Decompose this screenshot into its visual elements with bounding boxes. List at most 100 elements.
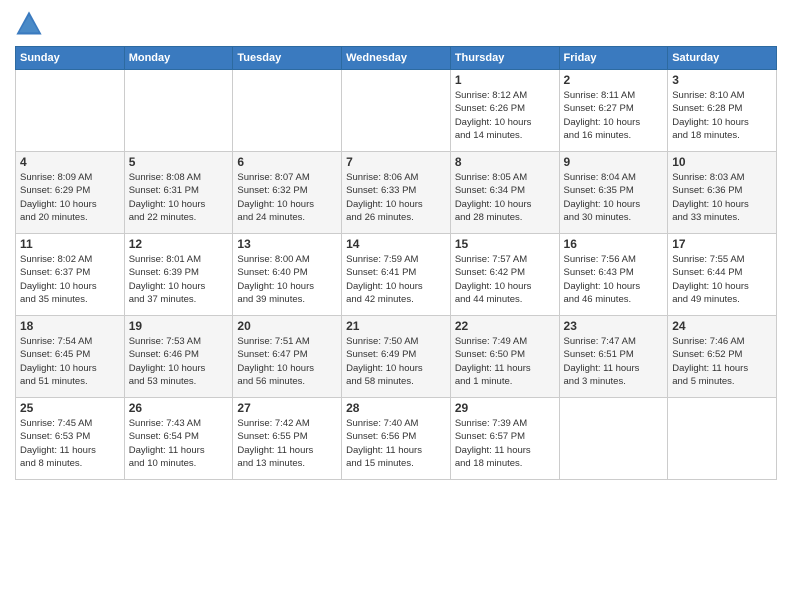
calendar-week-3: 18 Sunrise: 7:54 AM Sunset: 6:45 PM Dayli… [16, 316, 777, 398]
day-number: 28 [346, 401, 446, 415]
calendar-cell [124, 70, 233, 152]
calendar-cell: 25Sunrise: 7:45 AM Sunset: 6:53 PM Dayli… [16, 398, 125, 480]
day-number: 5 [129, 155, 229, 169]
day-number: 18 [20, 319, 120, 333]
day-info: Sunrise: 7:43 AM Sunset: 6:54 PM Dayligh… [129, 417, 229, 470]
day-number: 27 [237, 401, 337, 415]
calendar-cell: 29 Sunrise: 7:39 AM Sunset: 6:57 PM Dayli… [450, 398, 559, 480]
day-info: Sunrise: 8:11 AM Sunset: 6:27 PM Dayligh… [564, 89, 664, 142]
calendar-cell [16, 70, 125, 152]
calendar-cell [668, 398, 777, 480]
header-thursday: Thursday [450, 47, 559, 70]
calendar-header: Sunday Monday Tuesday Wednesday Thursday… [16, 47, 777, 70]
calendar-cell: 13 Sunrise: 8:00 AM Sunset: 6:40 PM Dayli… [233, 234, 342, 316]
day-number: 3 [672, 73, 772, 87]
day-info: Sunrise: 7:57 AM Sunset: 6:42 PM Dayligh… [455, 253, 555, 306]
calendar-week-4: 25Sunrise: 7:45 AM Sunset: 6:53 PM Dayli… [16, 398, 777, 480]
day-number: 17 [672, 237, 772, 251]
day-info: Sunrise: 8:00 AM Sunset: 6:40 PM Dayligh… [237, 253, 337, 306]
calendar-week-0: 1Sunrise: 8:12 AM Sunset: 6:26 PM Daylig… [16, 70, 777, 152]
day-info: Sunrise: 7:42 AM Sunset: 6:55 PM Dayligh… [237, 417, 337, 470]
day-info: Sunrise: 7:55 AM Sunset: 6:44 PM Dayligh… [672, 253, 772, 306]
day-info: Sunrise: 7:46 AM Sunset: 6:52 PM Dayligh… [672, 335, 772, 388]
header-tuesday: Tuesday [233, 47, 342, 70]
day-info: Sunrise: 8:06 AM Sunset: 6:33 PM Dayligh… [346, 171, 446, 224]
day-number: 11 [20, 237, 120, 251]
calendar-cell: 10 Sunrise: 8:03 AM Sunset: 6:36 PM Dayli… [668, 152, 777, 234]
calendar-cell: 1Sunrise: 8:12 AM Sunset: 6:26 PM Daylig… [450, 70, 559, 152]
day-info: Sunrise: 8:07 AM Sunset: 6:32 PM Dayligh… [237, 171, 337, 224]
day-info: Sunrise: 7:56 AM Sunset: 6:43 PM Dayligh… [564, 253, 664, 306]
weekday-row: Sunday Monday Tuesday Wednesday Thursday… [16, 47, 777, 70]
day-number: 12 [129, 237, 229, 251]
day-number: 16 [564, 237, 664, 251]
calendar-week-2: 11 Sunrise: 8:02 AM Sunset: 6:37 PM Dayli… [16, 234, 777, 316]
day-info: Sunrise: 7:47 AM Sunset: 6:51 PM Dayligh… [564, 335, 664, 388]
day-info: Sunrise: 8:10 AM Sunset: 6:28 PM Dayligh… [672, 89, 772, 142]
calendar-cell: 7 Sunrise: 8:06 AM Sunset: 6:33 PM Daylig… [342, 152, 451, 234]
calendar-cell [233, 70, 342, 152]
day-info: Sunrise: 7:40 AM Sunset: 6:56 PM Dayligh… [346, 417, 446, 470]
day-info: Sunrise: 8:03 AM Sunset: 6:36 PM Dayligh… [672, 171, 772, 224]
calendar-cell: 18 Sunrise: 7:54 AM Sunset: 6:45 PM Dayli… [16, 316, 125, 398]
calendar-cell: 16 Sunrise: 7:56 AM Sunset: 6:43 PM Dayli… [559, 234, 668, 316]
day-info: Sunrise: 8:01 AM Sunset: 6:39 PM Dayligh… [129, 253, 229, 306]
calendar-cell: 27 Sunrise: 7:42 AM Sunset: 6:55 PM Dayli… [233, 398, 342, 480]
day-number: 10 [672, 155, 772, 169]
day-number: 7 [346, 155, 446, 169]
logo [15, 10, 47, 38]
calendar-cell: 17 Sunrise: 7:55 AM Sunset: 6:44 PM Dayli… [668, 234, 777, 316]
calendar-cell: 28 Sunrise: 7:40 AM Sunset: 6:56 PM Dayli… [342, 398, 451, 480]
calendar-page: Sunday Monday Tuesday Wednesday Thursday… [0, 0, 792, 612]
day-number: 4 [20, 155, 120, 169]
header-monday: Monday [124, 47, 233, 70]
calendar-cell: 14 Sunrise: 7:59 AM Sunset: 6:41 PM Dayli… [342, 234, 451, 316]
day-number: 24 [672, 319, 772, 333]
day-info: Sunrise: 7:53 AM Sunset: 6:46 PM Dayligh… [129, 335, 229, 388]
day-number: 13 [237, 237, 337, 251]
calendar-table: Sunday Monday Tuesday Wednesday Thursday… [15, 46, 777, 480]
day-info: Sunrise: 7:45 AM Sunset: 6:53 PM Dayligh… [20, 417, 120, 470]
calendar-cell [559, 398, 668, 480]
calendar-cell: 8 Sunrise: 8:05 AM Sunset: 6:34 PM Daylig… [450, 152, 559, 234]
day-number: 8 [455, 155, 555, 169]
day-info: Sunrise: 7:50 AM Sunset: 6:49 PM Dayligh… [346, 335, 446, 388]
header-sunday: Sunday [16, 47, 125, 70]
day-info: Sunrise: 8:02 AM Sunset: 6:37 PM Dayligh… [20, 253, 120, 306]
calendar-cell: 3 Sunrise: 8:10 AM Sunset: 6:28 PM Daylig… [668, 70, 777, 152]
day-number: 14 [346, 237, 446, 251]
calendar-cell: 23Sunrise: 7:47 AM Sunset: 6:51 PM Dayli… [559, 316, 668, 398]
calendar-cell: 19 Sunrise: 7:53 AM Sunset: 6:46 PM Dayli… [124, 316, 233, 398]
logo-icon [15, 10, 43, 38]
header-friday: Friday [559, 47, 668, 70]
calendar-cell: 9Sunrise: 8:04 AM Sunset: 6:35 PM Daylig… [559, 152, 668, 234]
day-info: Sunrise: 7:39 AM Sunset: 6:57 PM Dayligh… [455, 417, 555, 470]
calendar-cell: 15 Sunrise: 7:57 AM Sunset: 6:42 PM Dayli… [450, 234, 559, 316]
day-number: 26 [129, 401, 229, 415]
calendar-week-1: 4 Sunrise: 8:09 AM Sunset: 6:29 PM Daylig… [16, 152, 777, 234]
day-number: 19 [129, 319, 229, 333]
calendar-cell: 6 Sunrise: 8:07 AM Sunset: 6:32 PM Daylig… [233, 152, 342, 234]
day-info: Sunrise: 8:08 AM Sunset: 6:31 PM Dayligh… [129, 171, 229, 224]
day-number: 22 [455, 319, 555, 333]
calendar-cell: 11 Sunrise: 8:02 AM Sunset: 6:37 PM Dayli… [16, 234, 125, 316]
calendar-body: 1Sunrise: 8:12 AM Sunset: 6:26 PM Daylig… [16, 70, 777, 480]
header-saturday: Saturday [668, 47, 777, 70]
day-info: Sunrise: 7:59 AM Sunset: 6:41 PM Dayligh… [346, 253, 446, 306]
day-number: 9 [564, 155, 664, 169]
day-info: Sunrise: 7:51 AM Sunset: 6:47 PM Dayligh… [237, 335, 337, 388]
calendar-cell: 21Sunrise: 7:50 AM Sunset: 6:49 PM Dayli… [342, 316, 451, 398]
calendar-cell: 4 Sunrise: 8:09 AM Sunset: 6:29 PM Daylig… [16, 152, 125, 234]
calendar-cell [342, 70, 451, 152]
calendar-cell: 20Sunrise: 7:51 AM Sunset: 6:47 PM Dayli… [233, 316, 342, 398]
day-number: 6 [237, 155, 337, 169]
calendar-cell: 26 Sunrise: 7:43 AM Sunset: 6:54 PM Dayli… [124, 398, 233, 480]
day-number: 2 [564, 73, 664, 87]
day-info: Sunrise: 7:54 AM Sunset: 6:45 PM Dayligh… [20, 335, 120, 388]
calendar-cell: 24 Sunrise: 7:46 AM Sunset: 6:52 PM Dayli… [668, 316, 777, 398]
day-number: 29 [455, 401, 555, 415]
day-info: Sunrise: 8:05 AM Sunset: 6:34 PM Dayligh… [455, 171, 555, 224]
day-info: Sunrise: 8:09 AM Sunset: 6:29 PM Dayligh… [20, 171, 120, 224]
day-number: 15 [455, 237, 555, 251]
page-header [15, 10, 777, 38]
